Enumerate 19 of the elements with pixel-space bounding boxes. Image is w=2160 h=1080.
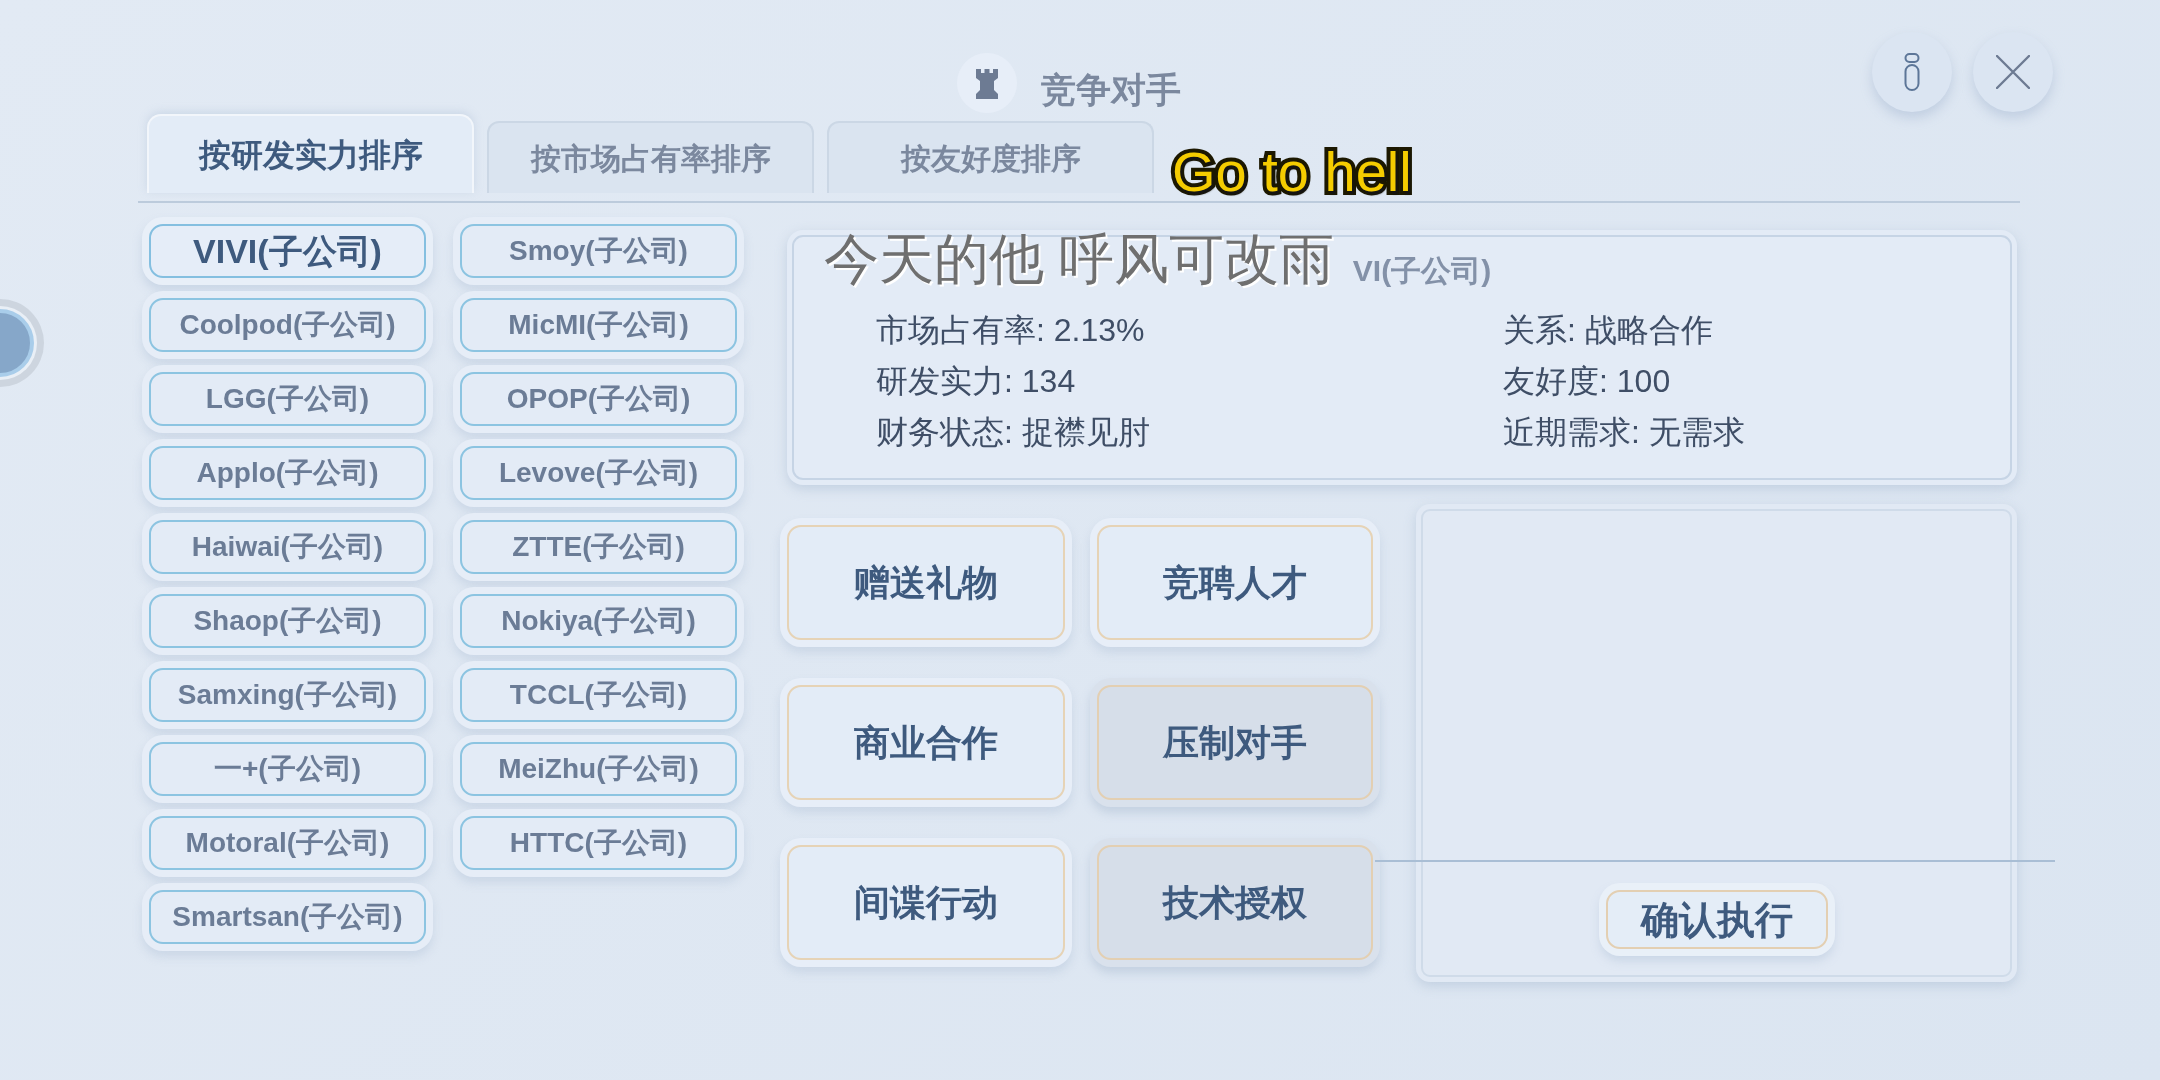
company-name: VI(子公司) — [1352, 253, 1492, 289]
sort-tab[interactable]: 按研发实力排序 — [147, 114, 474, 193]
info-field: 研发实力: 134 — [876, 361, 1076, 400]
page-title: 竞争对手 — [1041, 70, 1181, 110]
info-field: 近期需求: 无需求 — [1503, 412, 1745, 451]
caption-text: Go to hell — [1172, 144, 1412, 200]
info-field: 关系: 战略合作 — [1503, 310, 1713, 349]
close-icon — [1996, 55, 2030, 89]
close-button[interactable] — [1973, 32, 2053, 112]
sort-tab[interactable]: 按市场占有率排序 — [487, 121, 814, 193]
info-icon — [1904, 53, 1920, 91]
info-field: 市场占有率: 2.13% — [876, 310, 1145, 349]
info-field: 友好度: 100 — [1503, 361, 1671, 400]
info-field: 财务状态: 捉襟见肘 — [876, 412, 1150, 451]
rook-icon — [957, 53, 1017, 113]
subtitle-text: 今天的他 呼风可改雨 — [824, 232, 1335, 287]
round-badge-icon — [0, 299, 44, 387]
sort-tab[interactable]: 按友好度排序 — [827, 121, 1154, 193]
info-button[interactable] — [1872, 32, 1952, 112]
